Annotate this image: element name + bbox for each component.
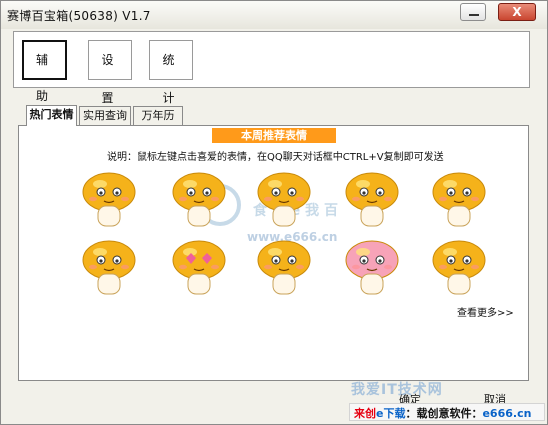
close-button[interactable]: X — [498, 3, 536, 21]
download-site-banner: 来创e下载：载创意软件：e666.cn — [349, 403, 545, 421]
wave-sad-emoji-icon[interactable] — [74, 168, 144, 234]
app-window: 赛博百宝箱(50638) V1.7 X 辅 助 设 置 统 计 热门表情 实用查… — [0, 0, 548, 425]
emoticon-grid — [19, 126, 528, 380]
worried-emoji-icon[interactable] — [74, 236, 144, 302]
shocked-emoji-icon[interactable] — [249, 168, 319, 234]
sleepy-emoji-icon[interactable] — [164, 168, 234, 234]
pink-shy-emoji-icon[interactable] — [337, 236, 407, 302]
toolbar: 辅 助 设 置 统 计 — [13, 31, 530, 105]
banner-text-3: ：载创意软件： — [405, 407, 483, 420]
banner-text-1: 来创 — [354, 407, 376, 420]
close-icon: X — [512, 5, 522, 19]
window-title: 赛博百宝箱(50638) V1.7 — [7, 9, 151, 23]
tab-hot-emoticons[interactable]: 热门表情 — [26, 105, 77, 126]
minimize-button[interactable] — [460, 3, 486, 21]
title-bar[interactable]: 赛博百宝箱(50638) V1.7 X — [1, 1, 547, 29]
download-site-text: 来创e下载：载创意软件：e666.cn — [354, 405, 531, 421]
teary-emoji-icon[interactable] — [249, 236, 319, 302]
see-more-link[interactable]: 查看更多>> — [457, 304, 514, 319]
tab-useful-query[interactable]: 实用查询 — [79, 106, 131, 125]
minimize-icon — [469, 14, 479, 16]
love-eyes-emoji-icon[interactable] — [164, 236, 234, 302]
settings-button[interactable]: 设 置 — [88, 40, 132, 105]
dizzy-emoji-icon[interactable] — [337, 168, 407, 234]
calm-emoji-icon[interactable] — [424, 236, 494, 302]
banner-text-4: e666.cn — [482, 407, 532, 420]
stats-button[interactable]: 统 计 — [149, 40, 193, 105]
surprised-emoji-icon[interactable] — [424, 168, 494, 234]
tab-calendar[interactable]: 万年历 — [133, 106, 183, 125]
banner-text-2: e下载 — [376, 407, 406, 420]
assist-button[interactable]: 辅 助 — [22, 40, 67, 103]
emoticon-panel: 本周推荐表情 说明：鼠标左键点击喜爱的表情，在QQ聊天对话框中CTRL+V复制即… — [18, 125, 529, 381]
it-watermark: 我爱IT技术网 — [351, 382, 443, 398]
